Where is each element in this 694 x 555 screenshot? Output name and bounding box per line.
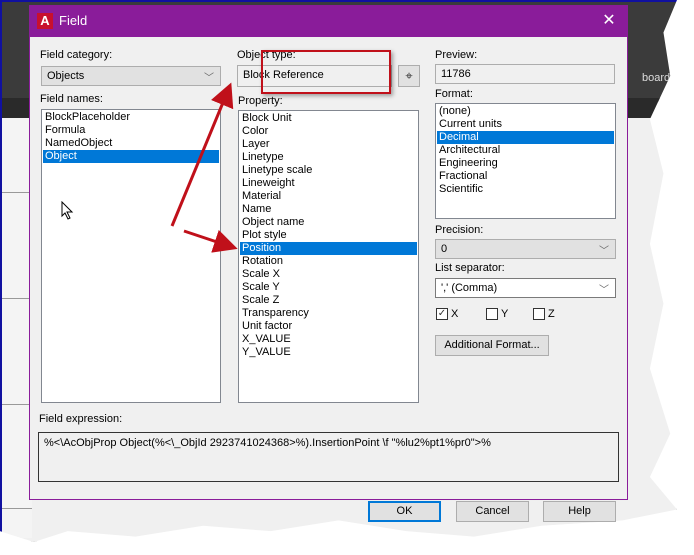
property-item[interactable]: Layer: [240, 138, 417, 151]
field-names-item[interactable]: Formula: [43, 124, 219, 137]
chevron-down-icon: ﹀: [599, 246, 609, 257]
background-left-strip: [2, 118, 32, 538]
format-item[interactable]: (none): [437, 105, 614, 118]
format-item[interactable]: Decimal: [437, 131, 614, 144]
format-label: Format:: [435, 88, 473, 100]
field-expression-box[interactable]: %<\AcObjProp Object(%<\_ObjId 2923741024…: [38, 432, 619, 482]
precision-dropdown[interactable]: 0 ﹀: [435, 239, 616, 259]
property-listbox[interactable]: Block Unit Color Layer Linetype Linetype sca…: [238, 110, 419, 403]
preview-value: 11786: [441, 68, 471, 80]
close-button[interactable]: ✕: [599, 11, 619, 31]
additional-format-button[interactable]: Additional Format...: [435, 335, 549, 356]
property-item[interactable]: Material: [240, 190, 417, 203]
format-item[interactable]: Fractional: [437, 170, 614, 183]
property-item[interactable]: Color: [240, 125, 417, 138]
crosshair-icon: ⌖: [405, 68, 413, 83]
preview-field: 11786: [435, 64, 615, 84]
list-separator-value: ',' (Comma): [441, 282, 498, 294]
ribbon-clipboard-label: board: [642, 72, 671, 84]
property-item[interactable]: Scale Z: [240, 294, 417, 307]
checkbox-y-label: Y: [501, 308, 509, 320]
format-item[interactable]: Scientific: [437, 183, 614, 196]
property-label: Property:: [238, 95, 283, 107]
property-item[interactable]: X_VALUE: [240, 333, 417, 346]
field-names-item[interactable]: Object: [43, 150, 219, 163]
property-item[interactable]: Plot style: [240, 229, 417, 242]
preview-label: Preview:: [435, 49, 478, 61]
annotation-highlight-box: [261, 50, 391, 94]
field-dialog: A Field ✕ Field category: Objects ﹀ Fiel…: [29, 5, 628, 522]
help-button[interactable]: Help: [543, 501, 616, 522]
field-names-label: Field names:: [40, 93, 103, 105]
list-separator-label: List separator:: [435, 262, 505, 274]
property-item[interactable]: Linetype: [240, 151, 417, 164]
property-item[interactable]: Transparency: [240, 307, 417, 320]
field-expression-label: Field expression:: [39, 413, 123, 425]
field-names-item[interactable]: BlockPlaceholder: [43, 111, 219, 124]
property-item[interactable]: Scale Y: [240, 281, 417, 294]
checkbox-z-box[interactable]: [533, 308, 545, 320]
format-item[interactable]: Architectural: [437, 144, 614, 157]
property-item[interactable]: Position: [240, 242, 417, 255]
checkbox-z-label: Z: [548, 308, 555, 320]
field-category-value: Objects: [47, 70, 85, 82]
property-item[interactable]: Lineweight: [240, 177, 417, 190]
format-item[interactable]: Current units: [437, 118, 614, 131]
cancel-button[interactable]: Cancel: [456, 501, 529, 522]
list-separator-dropdown[interactable]: ',' (Comma) ﹀: [435, 278, 616, 298]
mouse-cursor-icon: [61, 201, 74, 220]
checkbox-z[interactable]: Z: [533, 308, 555, 320]
checkbox-y[interactable]: Y: [486, 308, 508, 320]
field-category-dropdown[interactable]: Objects ﹀: [41, 66, 221, 86]
field-names-item[interactable]: NamedObject: [43, 137, 219, 150]
title-bar[interactable]: A Field ✕: [30, 6, 627, 37]
checkmark-icon: ✓: [437, 308, 447, 319]
close-icon: ✕: [602, 12, 616, 29]
property-item[interactable]: Scale X: [240, 268, 417, 281]
property-item[interactable]: Name: [240, 203, 417, 216]
property-item[interactable]: Unit factor: [240, 320, 417, 333]
autocad-app-icon: A: [37, 13, 53, 29]
checkbox-x-box[interactable]: ✓: [436, 308, 448, 320]
checkbox-x-label: X: [451, 308, 459, 320]
property-item[interactable]: Rotation: [240, 255, 417, 268]
property-item[interactable]: Linetype scale: [240, 164, 417, 177]
select-object-button[interactable]: ⌖: [398, 65, 420, 87]
precision-value: 0: [441, 243, 448, 255]
precision-label: Precision:: [435, 224, 484, 236]
field-category-label: Field category:: [40, 49, 113, 61]
property-item[interactable]: Y_VALUE: [240, 346, 417, 359]
ok-button[interactable]: OK: [368, 501, 441, 522]
dialog-title: Field: [59, 13, 88, 28]
checkbox-x[interactable]: ✓ X: [436, 308, 458, 320]
field-expression-value: %<\AcObjProp Object(%<\_ObjId 2923741024…: [44, 437, 491, 449]
property-item[interactable]: Object name: [240, 216, 417, 229]
checkbox-y-box[interactable]: [486, 308, 498, 320]
format-item[interactable]: Engineering: [437, 157, 614, 170]
property-item[interactable]: Block Unit: [240, 112, 417, 125]
format-listbox[interactable]: (none) Current units Decimal Architectural E…: [435, 103, 616, 219]
chevron-down-icon: ﹀: [204, 73, 214, 84]
chevron-down-icon: ﹀: [599, 285, 609, 296]
field-names-listbox[interactable]: BlockPlaceholder Formula NamedObject Object: [41, 109, 221, 403]
